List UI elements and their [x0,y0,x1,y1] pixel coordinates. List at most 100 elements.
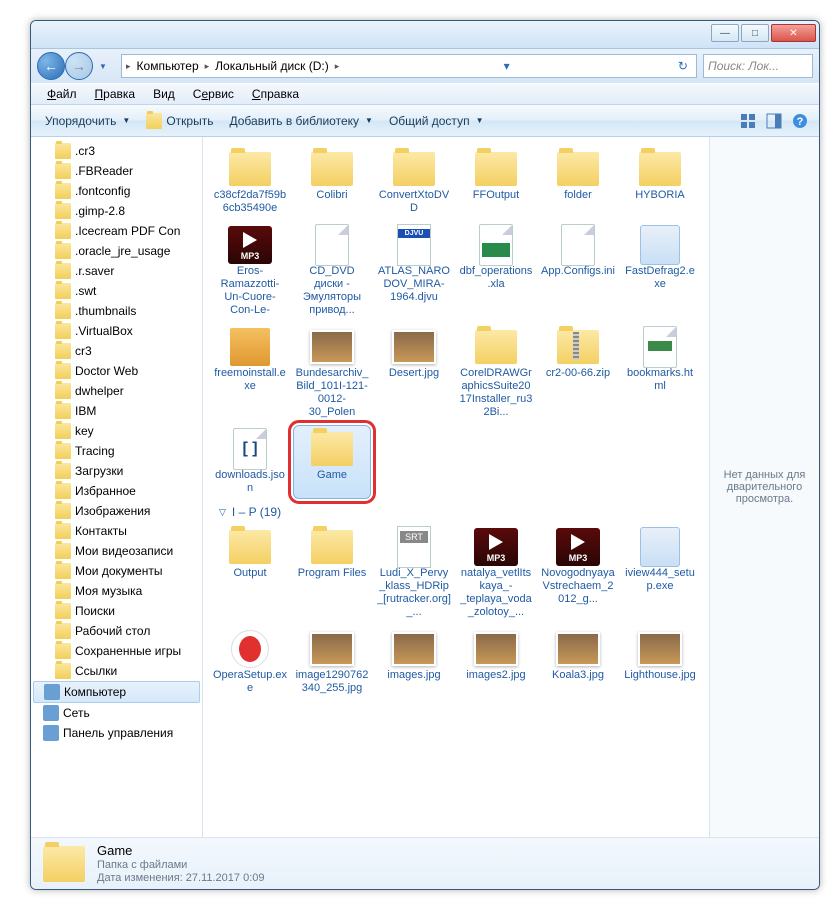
tree-item[interactable]: Рабочий стол [31,621,202,641]
tree-item[interactable]: .Icecream PDF Con [31,221,202,241]
tree-item[interactable]: Изображения [31,501,202,521]
nav-history-dropdown[interactable]: ▼ [99,62,115,71]
tree-item[interactable]: Загрузки [31,461,202,481]
file-item[interactable]: MP3NovogodnyayaVstrechaem_2012_g... [539,523,617,623]
file-item[interactable]: ConvertXtoDVD [375,145,453,219]
menu-help[interactable]: Справка [244,85,307,103]
file-label: FastDefrag2.exe [623,265,697,291]
share-button[interactable]: Общий доступ▼ [381,110,492,132]
file-item[interactable]: Lighthouse.jpg [621,625,699,699]
folder-icon [55,463,71,479]
tree-item[interactable]: Ссылки [31,661,202,681]
help-button[interactable]: ? [788,109,812,133]
file-item[interactable]: MP3Eros-Ramazzotti-Un-Cuore-Con-Le-Ali(m… [211,221,289,321]
file-item[interactable]: [ ]downloads.json [211,425,289,499]
tree-item[interactable]: Контакты [31,521,202,541]
file-item[interactable]: cr2-00-66.zip [539,323,617,423]
menu-edit[interactable]: Правка [87,85,144,103]
preview-pane: Нет данных для дварительного просмотра. [709,137,819,837]
file-item[interactable]: images.jpg [375,625,453,699]
file-item[interactable]: Desert.jpg [375,323,453,423]
tree-computer[interactable]: Компьютер [33,681,200,703]
view-mode-button[interactable] [736,109,760,133]
file-item[interactable]: OperaSetup.exe [211,625,289,699]
file-item[interactable]: Koala3.jpg [539,625,617,699]
tree-item[interactable]: Мои видеозаписи [31,541,202,561]
file-item[interactable]: images2.jpg [457,625,535,699]
group-header[interactable]: ▽ I – P (19) [207,499,705,523]
back-button[interactable]: ← [37,52,65,80]
tree-item[interactable]: .VirtualBox [31,321,202,341]
search-input[interactable]: Поиск: Лок... [703,54,813,78]
file-item[interactable]: Program Files [293,523,371,623]
folder-icon [55,143,71,159]
file-item[interactable]: Bundesarchiv_Bild_101I-121-0012-30_Polen [293,323,371,423]
menu-file[interactable]: Файл [39,85,85,103]
forward-button[interactable]: → [65,52,93,80]
open-button[interactable]: Открыть [138,109,221,133]
tree-item[interactable]: Моя музыка [31,581,202,601]
tree-item[interactable]: Поиски [31,601,202,621]
organize-button[interactable]: Упорядочить▼ [37,110,138,132]
address-dropdown-icon[interactable]: ▾ [498,59,516,73]
folder-icon [55,603,71,619]
tree-item[interactable]: .gimp-2.8 [31,201,202,221]
file-item[interactable]: dbf_operations.xla [457,221,535,321]
breadcrumb-drive[interactable]: Локальный диск (D:) [211,59,333,73]
maximize-button[interactable]: □ [741,24,769,42]
tree-item[interactable]: .thumbnails [31,301,202,321]
tree-item[interactable]: .oracle_jre_usage [31,241,202,261]
tree-label: dwhelper [75,384,124,398]
srt-icon [390,527,438,567]
file-item[interactable]: freemoinstall.exe [211,323,289,423]
tree-item[interactable]: .swt [31,281,202,301]
menu-tools[interactable]: Сервис [185,85,242,103]
tree-item[interactable]: Избранное [31,481,202,501]
file-item[interactable]: Ludi_X_Pervy_klass_HDRip_[rutracker.org]… [375,523,453,623]
tree-item[interactable]: .r.saver [31,261,202,281]
file-item[interactable]: iview444_setup.exe [621,523,699,623]
file-item[interactable]: FFOutput [457,145,535,219]
tree-item[interactable]: Doctor Web [31,361,202,381]
sidebar-tree[interactable]: .cr3.FBReader.fontconfig.gimp-2.8.Icecre… [31,137,203,837]
add-to-library-button[interactable]: Добавить в библиотеку▼ [221,110,380,132]
preview-pane-button[interactable] [762,109,786,133]
file-item[interactable]: MP3natalya_vetlItskaya_-_teplaya_voda_zo… [457,523,535,623]
tree-item[interactable]: IBM [31,401,202,421]
menu-view[interactable]: Вид [145,85,183,103]
tree-control[interactable]: Панель управления [31,723,202,743]
file-item[interactable]: image1290762340_255.jpg [293,625,371,699]
file-item[interactable]: ATLAS_NARODOV_MIRA-1964.djvu [375,221,453,321]
tree-label: Панель управления [63,726,173,740]
tree-item[interactable]: Мои документы [31,561,202,581]
file-item[interactable]: Output [211,523,289,623]
file-item[interactable]: CorelDRAWGraphicsSuite2017Installer_ru32… [457,323,535,423]
file-item[interactable]: bookmarks.html [621,323,699,423]
file-item[interactable]: CD_DVD диски - Эмуляторы привод... [293,221,371,321]
close-button[interactable]: ✕ [771,24,816,42]
tree-item[interactable]: key [31,421,202,441]
file-item[interactable]: c38cf2da7f59b6cb35490e [211,145,289,219]
tree-item[interactable]: Сохраненные игры [31,641,202,661]
tree-item[interactable]: .cr3 [31,141,202,161]
zip-icon [554,327,602,367]
breadcrumb[interactable]: ▸ Компьютер ▸ Локальный диск (D:) ▸ ▾ ↻ [121,54,697,78]
file-item[interactable]: App.Configs.ini [539,221,617,321]
tree-item[interactable]: .FBReader [31,161,202,181]
tree-item[interactable]: .fontconfig [31,181,202,201]
breadcrumb-root-icon[interactable]: ▸ [124,61,133,72]
minimize-button[interactable]: — [711,24,739,42]
refresh-button[interactable]: ↻ [672,59,694,73]
file-item[interactable]: HYBORIA [621,145,699,219]
file-grid[interactable]: c38cf2da7f59b6cb35490eColibriConvertXtoD… [203,137,709,837]
file-item[interactable]: FastDefrag2.exe [621,221,699,321]
file-item[interactable]: Game [293,425,371,499]
folder-icon [472,327,520,367]
tree-item[interactable]: Tracing [31,441,202,461]
tree-network[interactable]: Сеть [31,703,202,723]
tree-item[interactable]: dwhelper [31,381,202,401]
file-item[interactable]: folder [539,145,617,219]
file-item[interactable]: Colibri [293,145,371,219]
breadcrumb-computer[interactable]: Компьютер [133,59,203,73]
tree-item[interactable]: cr3 [31,341,202,361]
